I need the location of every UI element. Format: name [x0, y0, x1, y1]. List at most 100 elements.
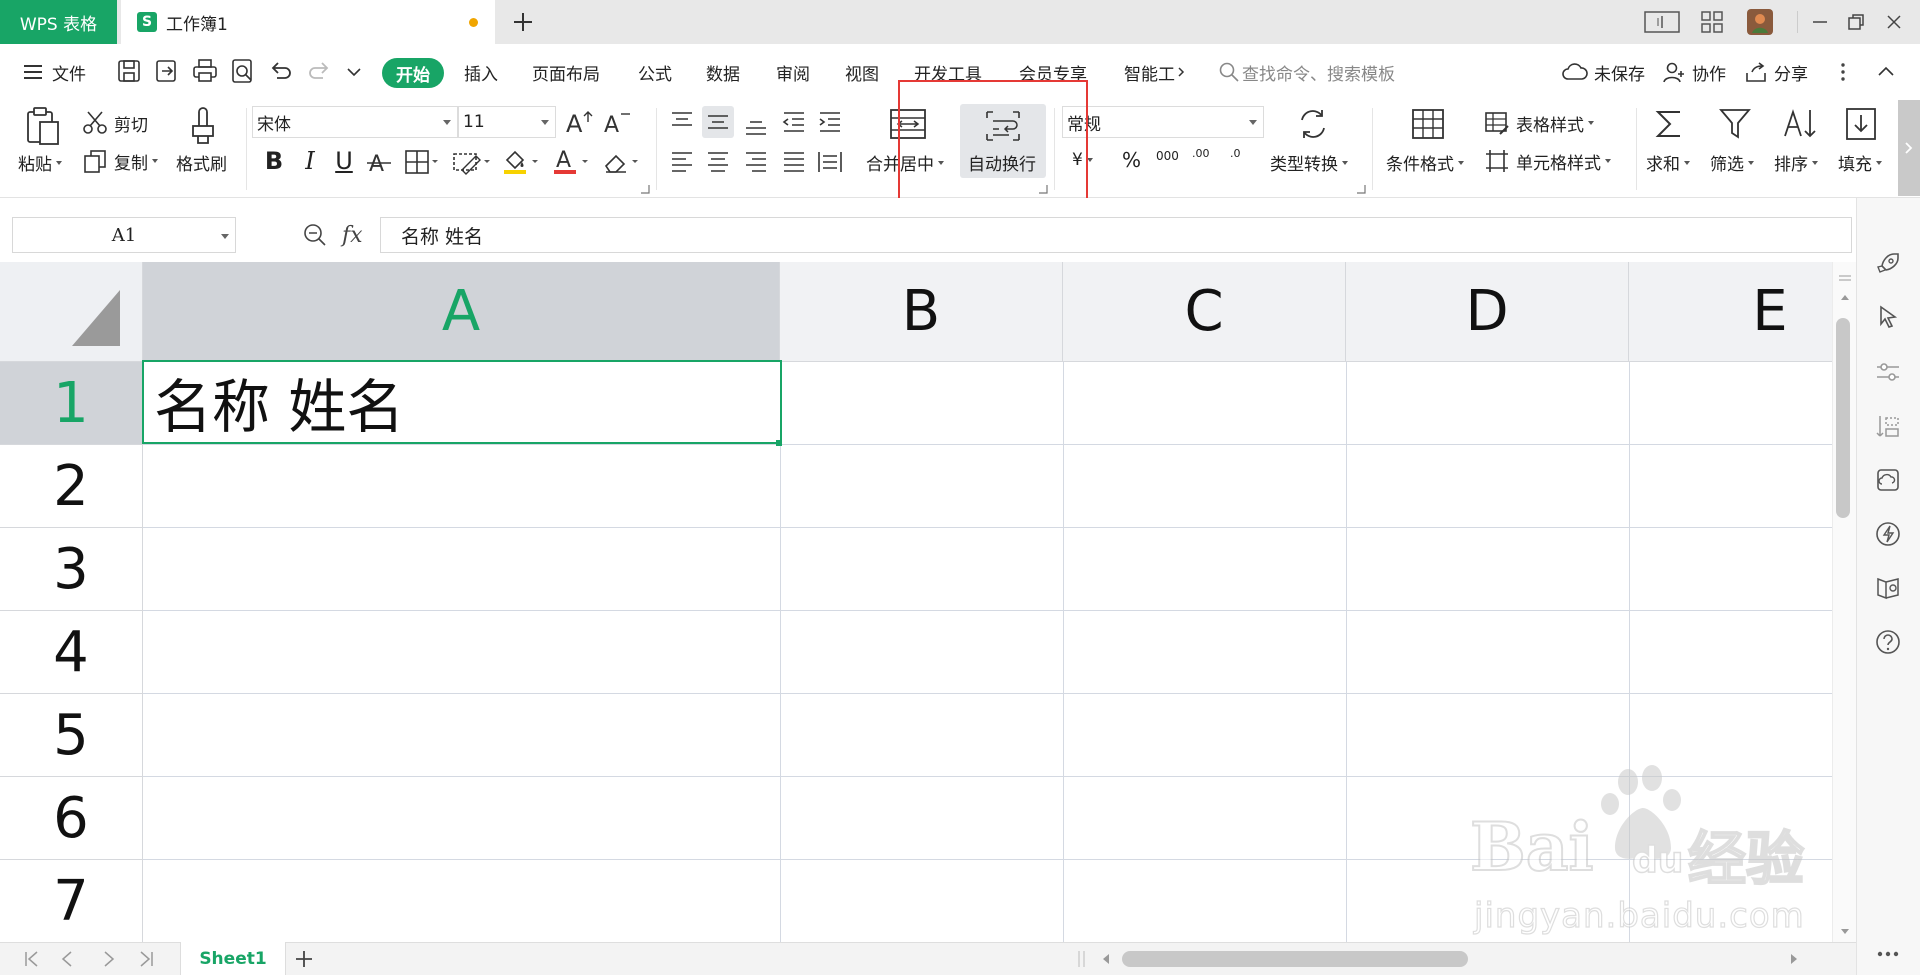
cut-button[interactable]: 剪切 — [82, 110, 148, 136]
page-view-button[interactable] — [1644, 8, 1680, 36]
cell-style-button[interactable]: 单元格样式 — [1484, 148, 1611, 174]
align-left-button[interactable] — [668, 148, 696, 176]
decrease-decimal-button[interactable]: .0 — [1230, 148, 1241, 159]
more-options-button[interactable] — [1840, 44, 1846, 100]
cell-a1[interactable]: 名称 姓名 — [142, 360, 782, 444]
sort-button[interactable] — [1782, 106, 1818, 142]
scroll-right-icon[interactable] — [1786, 949, 1802, 969]
font-size-select[interactable]: 11 — [458, 106, 556, 138]
thousands-button[interactable]: 000 — [1156, 150, 1179, 162]
sheet-tab-sheet1[interactable]: Sheet1 — [180, 942, 286, 975]
new-tab-button[interactable] — [507, 6, 539, 38]
column-header-a[interactable]: A — [143, 262, 780, 362]
backup-button[interactable] — [1872, 464, 1904, 496]
percent-button[interactable]: % — [1122, 148, 1141, 172]
tab-view[interactable]: 视图 — [845, 44, 879, 100]
conditional-format-dropdown[interactable]: 条件格式 — [1386, 150, 1464, 175]
save-button[interactable] — [116, 58, 144, 86]
sum-dropdown[interactable]: 求和 — [1646, 150, 1690, 175]
type-convert-button[interactable] — [1296, 106, 1330, 142]
column-header-c[interactable]: C — [1063, 262, 1346, 362]
paste-dropdown[interactable]: 粘贴 — [18, 150, 62, 175]
ribbon-scroll-right[interactable] — [1898, 100, 1920, 196]
row-header-1[interactable]: 1 — [0, 362, 143, 445]
select-pointer-button[interactable] — [1872, 302, 1904, 334]
avatar[interactable] — [1746, 8, 1774, 36]
increase-indent-button[interactable] — [816, 108, 844, 136]
reading-mode-button[interactable] — [1872, 572, 1904, 604]
row-header-5[interactable]: 5 — [0, 694, 143, 777]
type-convert-dropdown[interactable]: 类型转换 — [1270, 150, 1348, 175]
close-button[interactable] — [1880, 8, 1908, 36]
align-right-button[interactable] — [742, 148, 770, 176]
apps-grid-button[interactable] — [1698, 8, 1726, 36]
more-panel-button[interactable] — [1872, 938, 1904, 970]
next-sheet-icon[interactable] — [98, 949, 118, 969]
increase-decimal-button[interactable]: .00 — [1192, 148, 1210, 159]
insert-function-button[interactable]: fx — [342, 218, 363, 252]
print-preview-button[interactable] — [230, 58, 258, 86]
row-header-2[interactable]: 2 — [0, 445, 143, 528]
redo-button[interactable] — [306, 58, 334, 86]
align-bottom-button[interactable] — [742, 108, 770, 136]
increase-font-button[interactable]: A — [564, 108, 594, 136]
command-search[interactable]: 查找命令、搜索模板 — [1218, 44, 1395, 100]
app-tab[interactable]: WPS 表格 — [0, 0, 117, 44]
tab-review[interactable]: 审阅 — [776, 44, 810, 100]
decrease-font-button[interactable]: A — [602, 108, 632, 136]
quick-action-button[interactable] — [1872, 518, 1904, 550]
restore-button[interactable] — [1842, 8, 1870, 36]
align-top-button[interactable] — [668, 108, 696, 136]
number-dialog-launcher[interactable] — [1356, 184, 1366, 194]
align-center-button[interactable] — [704, 148, 732, 176]
table-style-button[interactable]: 表格样式 — [1484, 110, 1594, 136]
fill-button[interactable] — [1844, 106, 1878, 142]
document-tab[interactable]: S 工作簿1 — [121, 0, 495, 44]
sort-dropdown[interactable]: 排序 — [1774, 150, 1818, 175]
sum-button[interactable] — [1652, 106, 1686, 142]
help-button[interactable] — [1872, 626, 1904, 658]
filter-dropdown[interactable]: 筛选 — [1710, 150, 1754, 175]
font-color-button[interactable]: A — [552, 146, 592, 176]
font-dialog-launcher[interactable] — [640, 184, 650, 194]
formula-input[interactable]: 名称 姓名 — [380, 217, 1852, 253]
quick-access-dropdown[interactable] — [344, 58, 372, 86]
paste-button[interactable] — [22, 106, 62, 146]
conditional-format-button[interactable] — [1410, 106, 1446, 142]
transform-button[interactable] — [1872, 410, 1904, 442]
horizontal-scroll-thumb[interactable] — [1122, 951, 1468, 967]
fill-dropdown[interactable]: 填充 — [1838, 150, 1882, 175]
unsaved-status-button[interactable]: 未保存 — [1562, 44, 1645, 100]
number-format-select[interactable]: 常规 — [1062, 106, 1264, 138]
bold-button[interactable]: B — [262, 144, 286, 178]
tab-home[interactable]: 开始 — [382, 58, 444, 88]
justify-button[interactable] — [780, 148, 808, 176]
rocket-button[interactable] — [1872, 248, 1904, 280]
row-header-6[interactable]: 6 — [0, 777, 143, 860]
collaborate-button[interactable]: 协作 — [1662, 44, 1726, 100]
align-middle-button[interactable] — [702, 106, 734, 138]
first-sheet-icon[interactable] — [22, 949, 42, 969]
tab-smart[interactable]: 智能工 — [1124, 44, 1175, 100]
distribute-button[interactable] — [816, 148, 844, 176]
underline-button[interactable]: U — [332, 144, 356, 178]
properties-button[interactable] — [1872, 356, 1904, 388]
select-all-corner[interactable] — [0, 262, 143, 362]
filter-button[interactable] — [1718, 106, 1752, 142]
italic-button[interactable]: I — [298, 144, 322, 178]
row-header-7[interactable]: 7 — [0, 860, 143, 942]
last-sheet-icon[interactable] — [136, 949, 156, 969]
fill-handle[interactable] — [776, 440, 782, 446]
copy-button[interactable]: 复制 — [82, 148, 158, 174]
format-painter-button[interactable] — [186, 106, 220, 146]
prev-sheet-icon[interactable] — [58, 949, 78, 969]
zoom-formula-button[interactable] — [302, 222, 328, 248]
row-header-4[interactable]: 4 — [0, 611, 143, 694]
share-button[interactable]: 分享 — [1744, 44, 1808, 100]
column-header-e[interactable]: E — [1629, 262, 1832, 362]
file-menu[interactable]: 文件 — [22, 44, 86, 100]
strikethrough-button[interactable]: A — [366, 148, 392, 176]
cell-pattern-button[interactable] — [452, 148, 492, 176]
more-tabs-button[interactable] — [1176, 44, 1186, 100]
tab-insert[interactable]: 插入 — [464, 44, 498, 100]
